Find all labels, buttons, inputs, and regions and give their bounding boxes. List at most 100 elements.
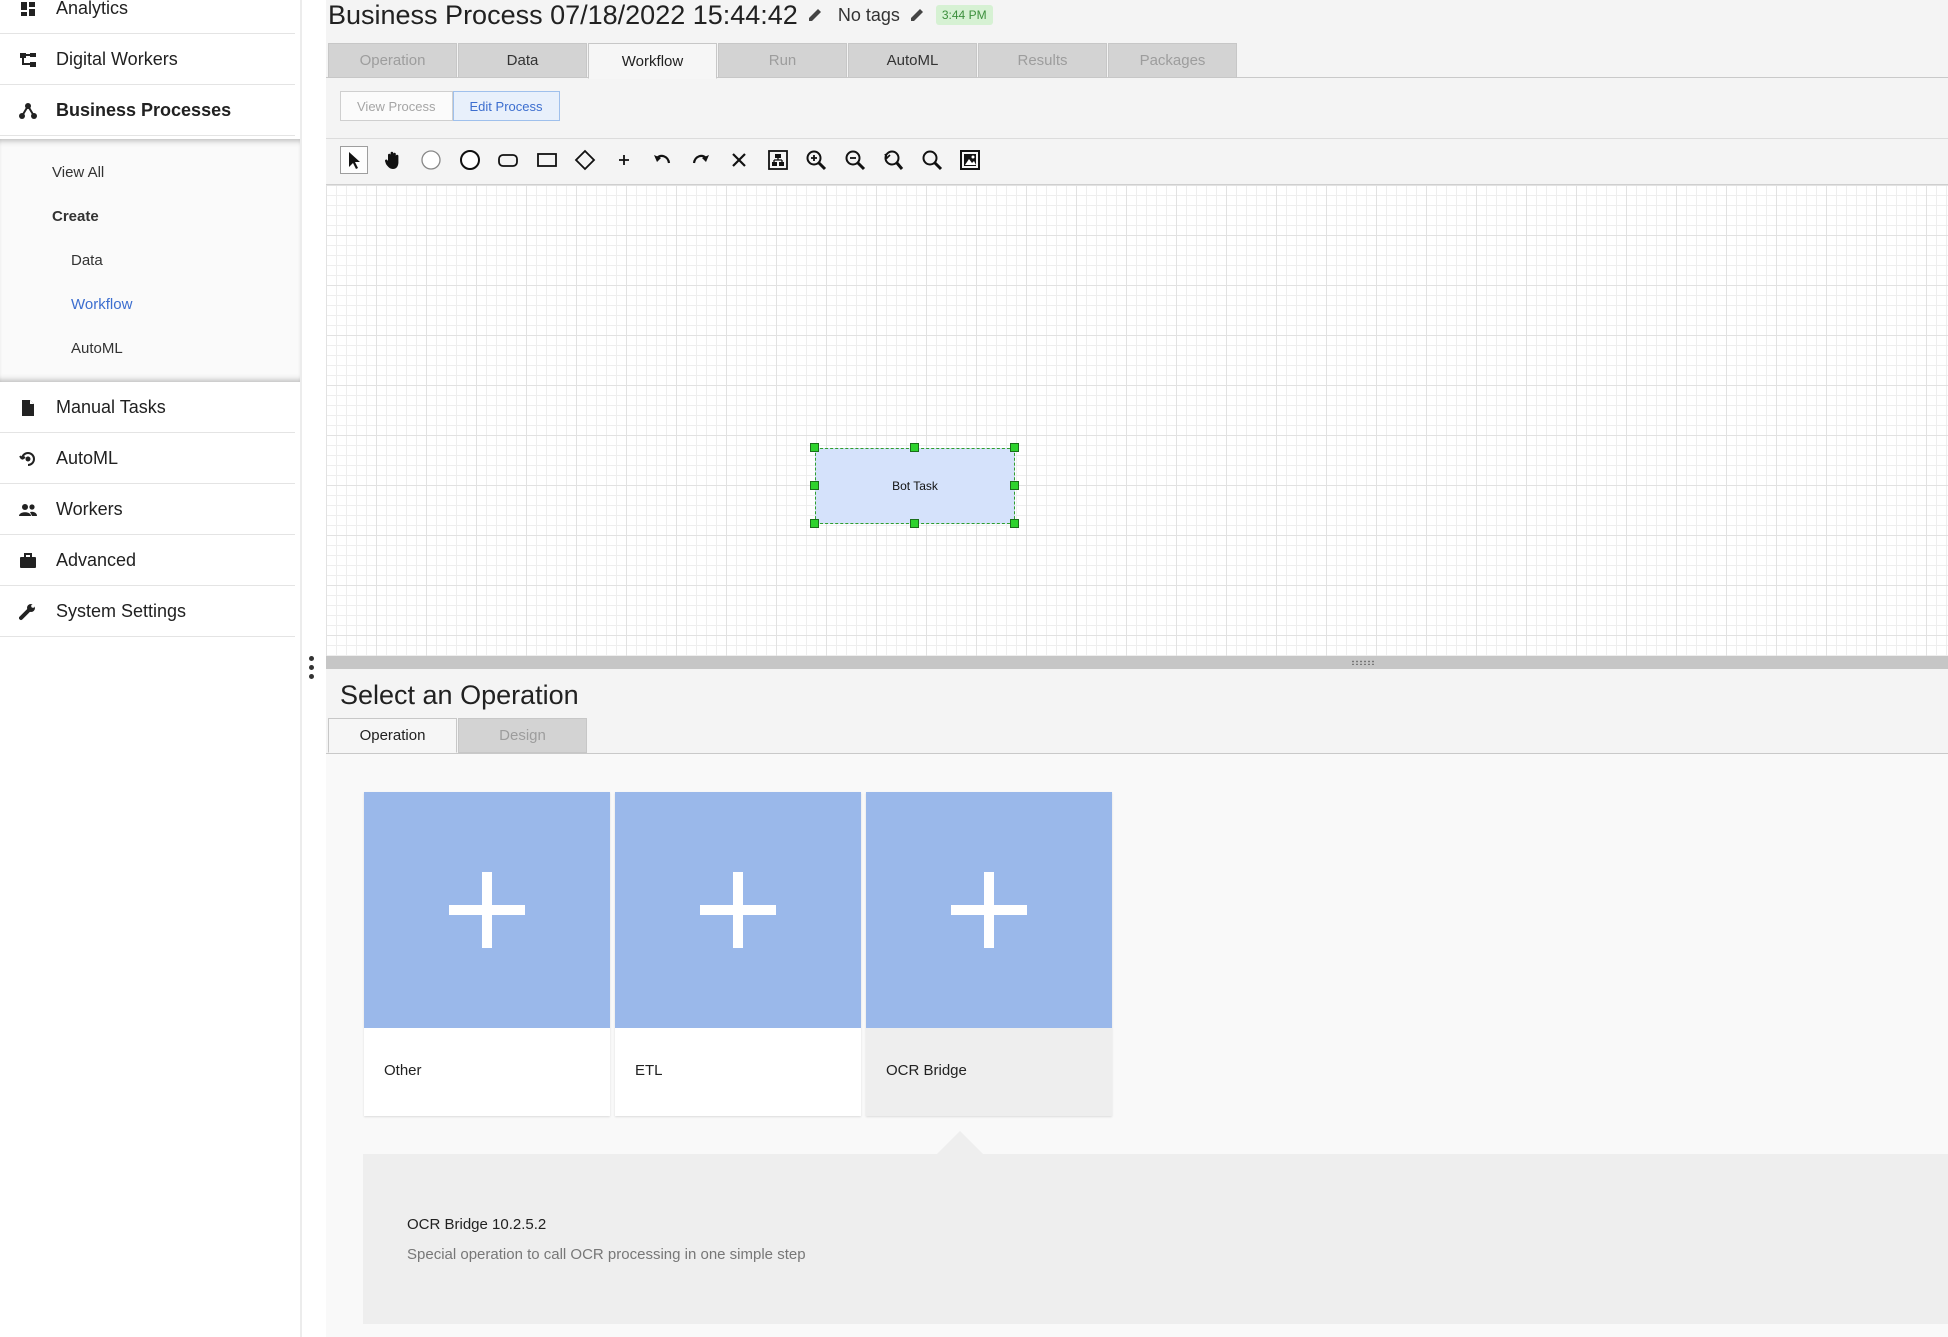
tab-operation-panel[interactable]: Operation (328, 718, 457, 753)
detail-title: OCR Bridge 10.2.5.2 (407, 1216, 547, 1233)
operation-card-other[interactable]: Other (364, 792, 610, 1116)
edit-title-icon[interactable] (806, 6, 824, 24)
nav-label: Digital Workers (56, 49, 178, 69)
splitter-grip[interactable] (1351, 660, 1375, 665)
bot-task-node[interactable]: Bot Task (815, 448, 1015, 524)
plus-icon (449, 872, 525, 948)
resize-handle-s[interactable] (910, 519, 919, 528)
tags-label: No tags (837, 4, 900, 25)
tab-results[interactable]: Results (978, 43, 1107, 78)
gateway-icon[interactable] (571, 146, 599, 174)
fit-icon[interactable] (764, 146, 792, 174)
card-name: OCR Bridge (886, 1062, 967, 1079)
nav-digital-workers[interactable]: Digital Workers (0, 35, 295, 85)
pointer-icon[interactable] (340, 146, 368, 174)
operation-detail: OCR Bridge 10.2.5.2 Special operation to… (363, 1154, 1948, 1324)
zoom-in-icon[interactable] (802, 146, 830, 174)
sidebar: Analytics Digital Workers Business Proce… (0, 0, 302, 1337)
nav-label: Analytics (56, 0, 129, 18)
submenu-workflow[interactable]: Workflow (71, 296, 132, 313)
document-icon (18, 398, 38, 418)
redo-icon[interactable] (687, 146, 715, 174)
card-tile (866, 792, 1112, 1028)
nav-advanced[interactable]: Advanced (0, 536, 295, 586)
diagram-canvas[interactable]: Bot Task (326, 184, 1948, 656)
people-icon (18, 500, 38, 520)
card-name: ETL (635, 1062, 663, 1079)
divider (326, 138, 1948, 139)
end-event-icon[interactable] (456, 146, 484, 174)
zoom-icon[interactable] (918, 146, 946, 174)
title-row: Business Process 07/18/2022 15:44:42 No … (328, 0, 993, 30)
edit-process-button[interactable]: Edit Process (452, 91, 560, 121)
sidebar-resize-handle[interactable] (309, 656, 315, 682)
nav-label: Manual Tasks (56, 397, 166, 417)
automl-icon (18, 449, 38, 469)
tab-design-panel[interactable]: Design (458, 718, 587, 753)
resize-handle-e[interactable] (1010, 481, 1019, 490)
nav-label: Advanced (56, 550, 137, 570)
process-icon (18, 101, 38, 121)
resize-handle-se[interactable] (1010, 519, 1019, 528)
zoom-reset-icon[interactable] (879, 146, 907, 174)
diagram-toolbar (340, 143, 995, 177)
plus-icon (951, 872, 1027, 948)
resize-handle-nw[interactable] (810, 443, 819, 452)
submenu-view-all[interactable]: View All (52, 164, 104, 181)
panel-splitter[interactable] (326, 656, 1948, 669)
delete-icon[interactable] (725, 146, 753, 174)
card-name: Other (384, 1062, 422, 1079)
wrench-icon (18, 602, 38, 622)
zoom-out-icon[interactable] (841, 146, 869, 174)
resize-handle-w[interactable] (810, 481, 819, 490)
submenu-data[interactable]: Data (71, 252, 103, 269)
task-icon[interactable] (494, 146, 522, 174)
process-mode-toggle: View Process Edit Process (340, 91, 560, 121)
operation-tabs: Operation Design (328, 718, 588, 753)
time-badge: 3:44 PM (935, 5, 993, 25)
nav-analytics[interactable]: Analytics (0, 0, 295, 34)
plus-icon (700, 872, 776, 948)
undo-icon[interactable] (648, 146, 676, 174)
resize-handle-n[interactable] (910, 443, 919, 452)
hierarchy-icon (18, 50, 38, 70)
briefcase-icon (18, 551, 38, 571)
nav-manual-tasks[interactable]: Manual Tasks (0, 383, 295, 433)
tab-data[interactable]: Data (458, 43, 587, 78)
nav-automl[interactable]: AutoML (0, 434, 295, 484)
add-icon[interactable] (610, 146, 638, 174)
submenu-automl[interactable]: AutoML (71, 340, 123, 357)
nav-label: Workers (56, 499, 123, 519)
card-tile (615, 792, 861, 1028)
edit-tags-icon[interactable] (908, 6, 926, 24)
detail-pointer (937, 1131, 983, 1154)
nav-label: AutoML (56, 448, 119, 468)
main-tabs: Operation Data Workflow Run AutoML Resul… (328, 43, 1238, 79)
tab-operation[interactable]: Operation (328, 43, 457, 78)
nav-system-settings[interactable]: System Settings (0, 587, 295, 637)
start-event-icon[interactable] (417, 146, 445, 174)
view-process-button[interactable]: View Process (340, 91, 453, 121)
tab-workflow[interactable]: Workflow (588, 43, 717, 79)
nav-label: Business Processes (56, 100, 232, 120)
operation-card-ocr-bridge[interactable]: OCR Bridge (866, 792, 1112, 1116)
operation-card-etl[interactable]: ETL (615, 792, 861, 1116)
main-content: Business Process 07/18/2022 15:44:42 No … (326, 0, 1948, 1337)
bot-task-label: Bot Task (892, 479, 938, 493)
nav-label: System Settings (56, 601, 187, 621)
nav-business-processes[interactable]: Business Processes (0, 86, 295, 136)
page-title: Business Process 07/18/2022 15:44:42 (328, 0, 798, 30)
operation-panel: Other ETL OCR Bridge OCR Bridge 10.2.5.2… (326, 754, 1948, 1337)
tab-automl[interactable]: AutoML (848, 43, 977, 78)
submenu-create[interactable]: Create (52, 208, 99, 225)
export-image-icon[interactable] (956, 146, 984, 174)
subprocess-icon[interactable] (533, 146, 561, 174)
resize-handle-ne[interactable] (1010, 443, 1019, 452)
hand-icon[interactable] (379, 146, 407, 174)
business-processes-submenu: View All Create Data Workflow AutoML (0, 139, 300, 382)
tab-run[interactable]: Run (718, 43, 847, 78)
dashboard-icon (18, 0, 38, 19)
tab-packages[interactable]: Packages (1108, 43, 1237, 78)
resize-handle-sw[interactable] (810, 519, 819, 528)
nav-workers[interactable]: Workers (0, 485, 295, 535)
